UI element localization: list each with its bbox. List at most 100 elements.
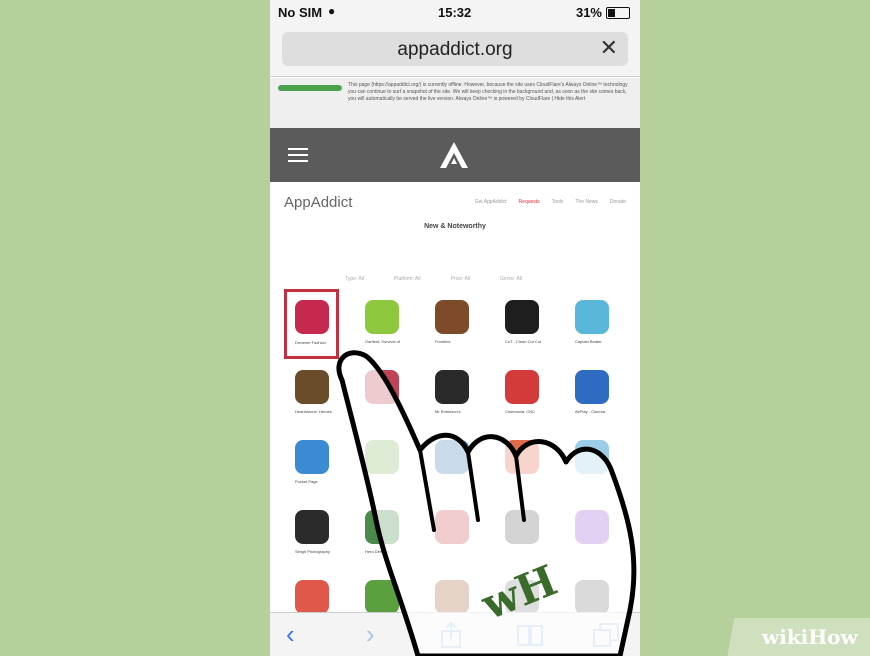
offline-banner: This page (https://appaddict.org/) is cu… [270,78,640,129]
site-brand[interactable]: AppAddict [284,194,352,211]
app-icon[interactable] [575,300,609,334]
app-tile[interactable]: Cinemania: CNC [494,359,549,429]
app-tile[interactable] [424,499,479,569]
close-icon[interactable]: ✕ [600,35,618,61]
nav-the-news[interactable]: The News [575,199,598,205]
nav-donate[interactable]: Donate [610,199,626,205]
app-tile[interactable]: Frontline [424,289,479,359]
tabs-icon[interactable] [592,622,620,648]
app-name: Captain Beater [575,339,602,344]
site-navbar [270,128,640,182]
app-icon[interactable] [365,440,399,474]
app-grid: Dreamer Fashion Garfield: Survival of Fron… [284,289,629,619]
nav-get-appaddict[interactable]: Get AppAddict [475,199,507,205]
filter-bar: Type: All Platform: All Price: All Genre… [345,276,522,282]
app-tile[interactable]: Garfield: Survival of [354,289,409,359]
wikihow-watermark: wikiHow [722,618,870,656]
filter-price[interactable]: Price: All [451,276,470,282]
app-icon[interactable] [505,580,539,614]
app-icon[interactable] [435,580,469,614]
app-icon[interactable] [505,440,539,474]
app-tile[interactable]: Pocket Page [284,429,339,499]
app-name: Garfield: Survival of [365,339,400,344]
app-tile[interactable]: Dreamer Fashion [284,289,339,359]
status-bar: No SIM ● 15:32 31% [270,0,640,24]
address-bar-row: appaddict.org ✕ [270,24,640,77]
app-tile[interactable] [424,429,479,499]
hamburger-menu-icon[interactable] [288,148,308,162]
phone-screen: No SIM ● 15:32 31% appaddict.org ✕ This … [270,0,640,656]
section-title: New & Noteworthy [424,223,486,230]
app-tile[interactable] [354,359,409,429]
app-icon[interactable] [435,510,469,544]
app-icon[interactable] [435,300,469,334]
app-tile[interactable]: AirPlay - Cinema [564,359,619,429]
app-tile[interactable] [564,499,619,569]
watermark-wiki: wiki [762,625,809,649]
app-tile[interactable]: Sleigh Photography [284,499,339,569]
app-icon[interactable] [505,370,539,404]
appaddict-logo-icon[interactable] [438,140,470,170]
app-tile[interactable] [564,429,619,499]
app-name: Sleigh Photography [295,549,330,554]
app-icon[interactable] [575,370,609,404]
app-tile[interactable]: Hearthstone: Heroes [284,359,339,429]
site-top-nav: Get AppAddict Requests Tools The News Do… [475,199,626,205]
filter-type[interactable]: Type: All [345,276,364,282]
filter-genre[interactable]: Genre: All [500,276,522,282]
app-tile[interactable]: Mr Robinson's [424,359,479,429]
app-icon[interactable] [295,510,329,544]
app-icon[interactable] [575,440,609,474]
app-icon[interactable] [295,370,329,404]
app-icon[interactable] [295,440,329,474]
battery-icon [606,6,630,19]
app-icon[interactable] [365,580,399,614]
chevron-right-icon[interactable]: › [366,619,375,650]
app-name: Mr Robinson's [435,409,461,414]
app-tile[interactable]: Hero Defense [354,499,409,569]
app-icon[interactable] [365,370,399,404]
carrier-label: No SIM [278,5,323,20]
filter-platform[interactable]: Platform: All [394,276,421,282]
app-icon[interactable] [575,510,609,544]
browser-toolbar: ‹ › [270,612,640,656]
watermark-text: wikiHow [762,625,858,649]
site-content: AppAddict Get AppAddict Requests Tools T… [270,182,640,618]
app-icon[interactable] [295,300,329,334]
app-name: Hero Defense [365,549,390,554]
app-icon[interactable] [575,580,609,614]
clock: 15:32 [438,5,472,20]
nav-tools[interactable]: Tools [552,199,564,205]
battery-indicator: 31% [576,5,630,20]
app-name: Cinemania: CNC [505,409,536,414]
app-icon[interactable] [435,440,469,474]
app-name: Frontline [435,339,451,344]
offline-message: This page (https://appaddict.org/) is cu… [348,82,628,102]
address-bar[interactable]: appaddict.org ✕ [282,32,628,66]
chevron-left-icon[interactable]: ‹ [286,619,295,650]
app-name: Dreamer Fashion [295,340,326,345]
wifi-icon: ● [328,4,336,18]
nav-requests[interactable]: Requests [519,199,540,205]
battery-percent: 31% [575,5,602,20]
app-tile[interactable]: CuT - Clean Cut Cut [494,289,549,359]
app-tile[interactable] [494,429,549,499]
app-tile[interactable]: Captain Beater [564,289,619,359]
share-icon[interactable] [438,621,464,649]
app-icon[interactable] [295,580,329,614]
url-text[interactable]: appaddict.org [282,39,628,61]
app-icon[interactable] [365,300,399,334]
app-tile[interactable] [354,429,409,499]
book-icon[interactable] [516,623,544,647]
app-name: CuT - Clean Cut Cut [505,339,542,344]
app-icon[interactable] [505,510,539,544]
app-name: Hearthstone: Heroes [295,409,332,414]
app-icon[interactable] [435,370,469,404]
app-icon[interactable] [505,300,539,334]
app-name: Pocket Page [295,479,318,484]
watermark-how: How [808,625,858,649]
retry-button[interactable] [278,85,342,91]
app-tile[interactable] [494,499,549,569]
app-icon[interactable] [365,510,399,544]
app-name: AirPlay - Cinema [575,409,606,414]
